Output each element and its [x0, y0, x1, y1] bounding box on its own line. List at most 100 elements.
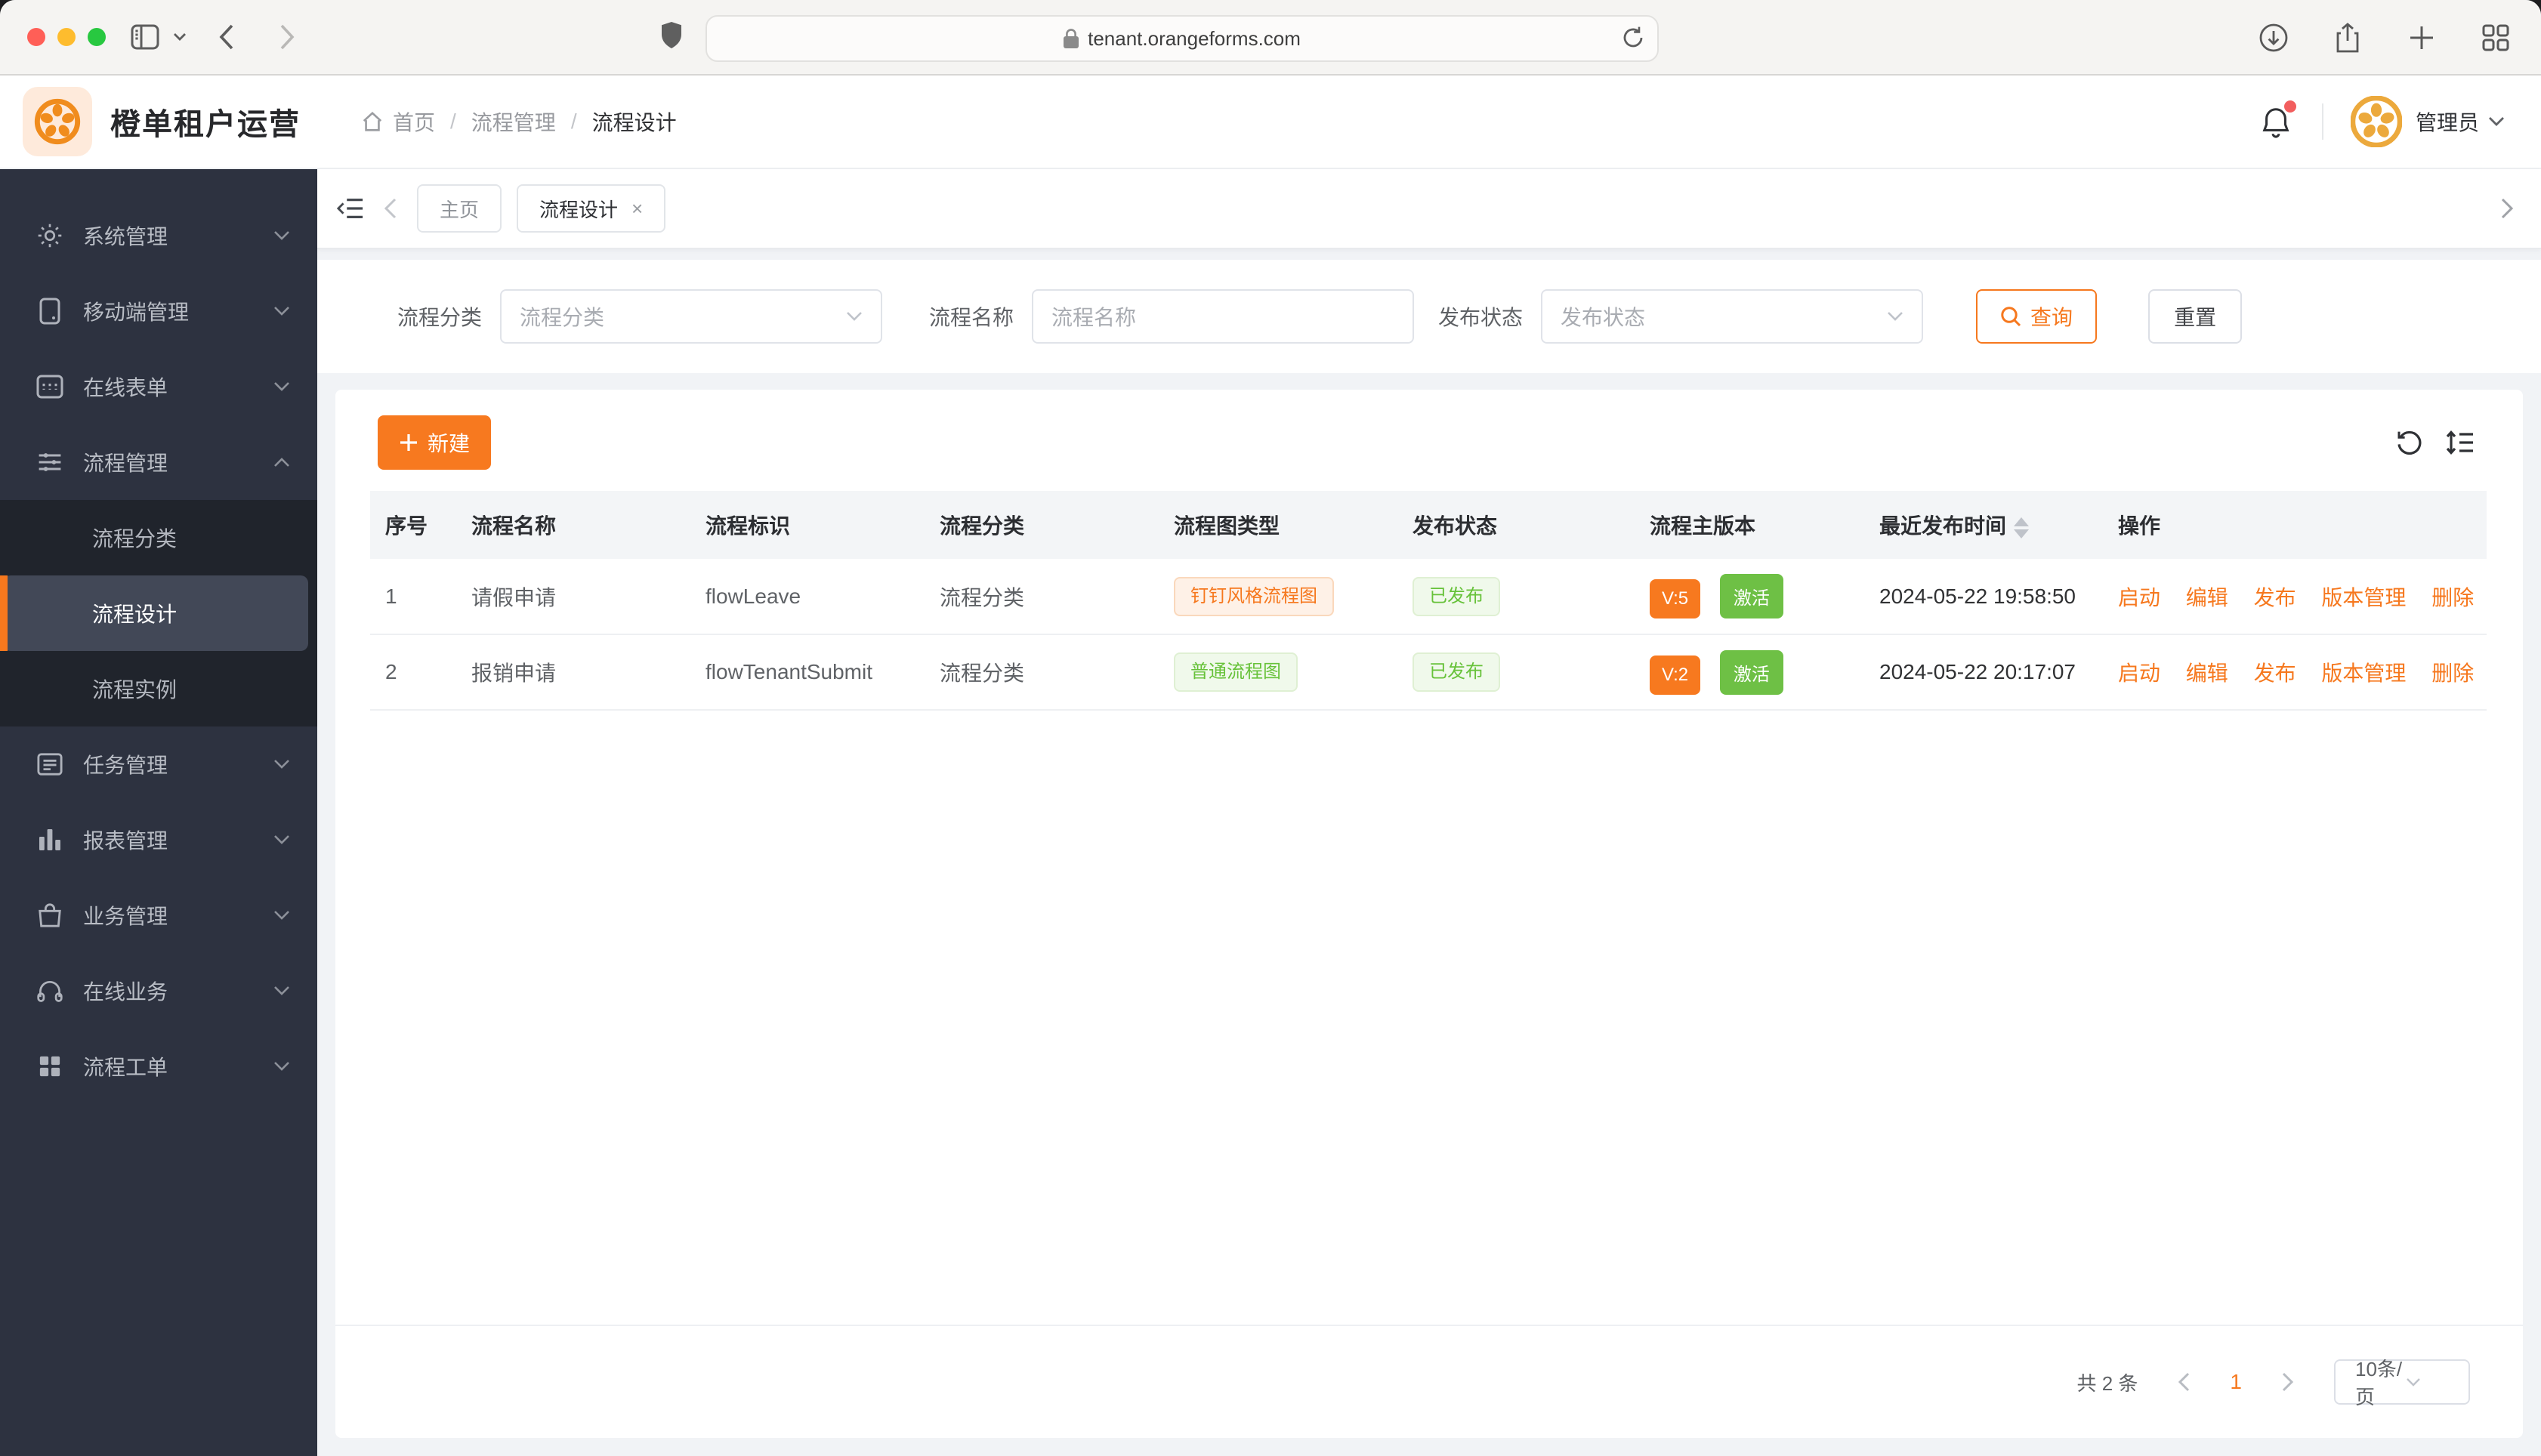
publish-link[interactable]: 发布 — [2254, 662, 2296, 685]
version-mgmt-link[interactable]: 版本管理 — [2321, 662, 2406, 685]
window-controls[interactable] — [0, 28, 124, 46]
table-toolbar: 新建 — [335, 390, 2523, 470]
prev-page-icon[interactable] — [2177, 1372, 2191, 1392]
breadcrumb-item-flow-mgmt[interactable]: 流程管理 — [471, 106, 556, 137]
avatar[interactable] — [2350, 96, 2402, 147]
browser-toolbar: tenant.orangeforms.com — [0, 0, 2541, 76]
document-icon — [36, 752, 63, 776]
sidebar-item-mobile-mgmt[interactable]: 移动端管理 — [0, 273, 317, 349]
user-menu-chevron-icon[interactable] — [2488, 116, 2505, 127]
breadcrumb: 首页 / 流程管理 / 流程设计 — [361, 106, 677, 137]
sidebar-item-online-business[interactable]: 在线业务 — [0, 953, 317, 1029]
col-header-name: 流程名称 — [456, 491, 690, 559]
breadcrumb-item-home[interactable]: 首页 — [393, 106, 435, 137]
chevron-down-icon — [273, 230, 290, 241]
name-input[interactable]: 流程名称 — [1032, 289, 1415, 344]
refresh-icon[interactable] — [2396, 429, 2423, 456]
tab-flow-design[interactable]: 流程设计 × — [517, 184, 666, 233]
status-select[interactable]: 发布状态 — [1541, 289, 1924, 344]
query-button[interactable]: 查询 — [1976, 289, 2098, 344]
active-state-tag: 激活 — [1719, 574, 1783, 618]
bar-chart-icon — [36, 828, 63, 852]
chevron-down-icon — [273, 910, 290, 921]
notification-dot — [2283, 100, 2296, 113]
sidebar-item-system-mgmt[interactable]: 系统管理 — [0, 198, 317, 273]
active-state-tag: 激活 — [1719, 649, 1783, 695]
delete-link[interactable]: 删除 — [2431, 662, 2474, 685]
new-tab-icon[interactable] — [2401, 17, 2443, 59]
table-row: 1 请假申请 flowLeave 流程分类 钉钉风格流程图 已发布 V:5 激活 — [370, 559, 2487, 635]
home-icon — [361, 110, 384, 133]
col-header-actions: 操作 — [2103, 491, 2487, 559]
menu-fold-icon[interactable] — [337, 196, 364, 221]
create-button[interactable]: 新建 — [378, 415, 492, 470]
sidebar-item-business-mgmt[interactable]: 业务管理 — [0, 878, 317, 953]
publish-link[interactable]: 发布 — [2254, 586, 2296, 609]
category-select[interactable]: 流程分类 — [500, 289, 883, 344]
diagram-type-tag: 钉钉风格流程图 — [1174, 576, 1334, 616]
chevron-down-icon — [273, 759, 290, 770]
browser-window: tenant.orangeforms.com 橙单租户运营 首页 / 流程管理 … — [0, 0, 2541, 1456]
sidebar-item-report-mgmt[interactable]: 报表管理 — [0, 802, 317, 878]
filter-bar: 流程分类 流程分类 流程名称 流程名称 发布状态 发布状态 查询 重置 — [317, 260, 2541, 373]
col-header-publish-status: 发布状态 — [1397, 491, 1635, 559]
close-tab-icon[interactable]: × — [631, 199, 643, 218]
reset-button[interactable]: 重置 — [2148, 289, 2243, 344]
page-size-select[interactable]: 10条/页 — [2334, 1358, 2470, 1408]
forward-button[interactable] — [266, 16, 308, 58]
cell-name: 请假申请 — [456, 559, 690, 635]
back-button[interactable] — [205, 16, 248, 58]
version-tag: V:5 — [1650, 579, 1701, 618]
status-filter-label: 发布状态 — [1438, 306, 1524, 329]
mobile-icon — [36, 298, 63, 325]
chevron-down-icon — [273, 381, 290, 392]
share-icon[interactable] — [2326, 17, 2369, 59]
start-link[interactable]: 启动 — [2118, 662, 2160, 685]
start-link[interactable]: 启动 — [2118, 586, 2160, 609]
breadcrumb-item-current: 流程设计 — [591, 111, 677, 134]
edit-link[interactable]: 编辑 — [2186, 662, 2228, 685]
notification-bell-icon[interactable] — [2260, 100, 2296, 138]
version-mgmt-link[interactable]: 版本管理 — [2321, 586, 2406, 609]
col-header-published-time[interactable]: 最近发布时间 — [1864, 491, 2103, 559]
chevron-down-icon — [273, 1061, 290, 1072]
sidebar-item-flow-design[interactable]: 流程设计 — [0, 575, 308, 651]
table-card: 新建 序号 流程名称 流程标识 流程分类 流程图类型 发布状态 流程主版本 最近… — [335, 390, 2523, 1438]
next-page-icon[interactable] — [2281, 1372, 2295, 1392]
privacy-shield-icon[interactable] — [660, 21, 683, 56]
reload-icon[interactable] — [1622, 26, 1644, 55]
address-bar[interactable]: tenant.orangeforms.com — [705, 15, 1659, 62]
tab-home[interactable]: 主页 — [417, 184, 502, 233]
sidebar-dropdown-chevron-icon[interactable] — [166, 16, 193, 58]
sidebar-item-flow-mgmt[interactable]: 流程管理 — [0, 424, 317, 500]
pagination-total: 共 2 条 — [2076, 1371, 2138, 1395]
sort-carets-icon[interactable] — [2014, 517, 2030, 538]
sidebar-toggle-icon[interactable] — [124, 16, 166, 58]
close-window-button[interactable] — [27, 28, 45, 46]
tab-bar: 主页 流程设计 × — [317, 169, 2541, 249]
edit-link[interactable]: 编辑 — [2186, 586, 2228, 609]
sidebar-item-flow-ticket[interactable]: 流程工单 — [0, 1029, 317, 1104]
delete-link[interactable]: 删除 — [2431, 586, 2474, 609]
flow-mgmt-submenu: 流程分类 流程设计 流程实例 — [0, 500, 317, 726]
sidebar-item-flow-instance[interactable]: 流程实例 — [0, 651, 317, 726]
tab-overview-icon[interactable] — [2475, 17, 2517, 59]
sliders-icon — [36, 449, 63, 476]
downloads-icon[interactable] — [2252, 17, 2295, 59]
sidebar-item-task-mgmt[interactable]: 任务管理 — [0, 726, 317, 802]
chevron-down-icon — [273, 834, 290, 845]
row-density-icon[interactable] — [2446, 429, 2475, 456]
chevron-down-icon — [846, 311, 863, 322]
user-name[interactable]: 管理员 — [2416, 106, 2479, 137]
publish-status-tag: 已发布 — [1413, 652, 1500, 692]
sidebar-item-online-forms[interactable]: 在线表单 — [0, 349, 317, 424]
zoom-window-button[interactable] — [88, 28, 106, 46]
url-text: tenant.orangeforms.com — [1088, 26, 1301, 50]
tabs-scroll-left-icon[interactable] — [384, 198, 397, 219]
sidebar-item-flow-category[interactable]: 流程分类 — [0, 500, 317, 575]
chevron-up-icon — [273, 457, 290, 467]
col-header-key: 流程标识 — [690, 491, 925, 559]
page-number[interactable]: 1 — [2230, 1370, 2242, 1394]
minimize-window-button[interactable] — [57, 28, 76, 46]
tabs-scroll-right-icon[interactable] — [2500, 198, 2514, 219]
